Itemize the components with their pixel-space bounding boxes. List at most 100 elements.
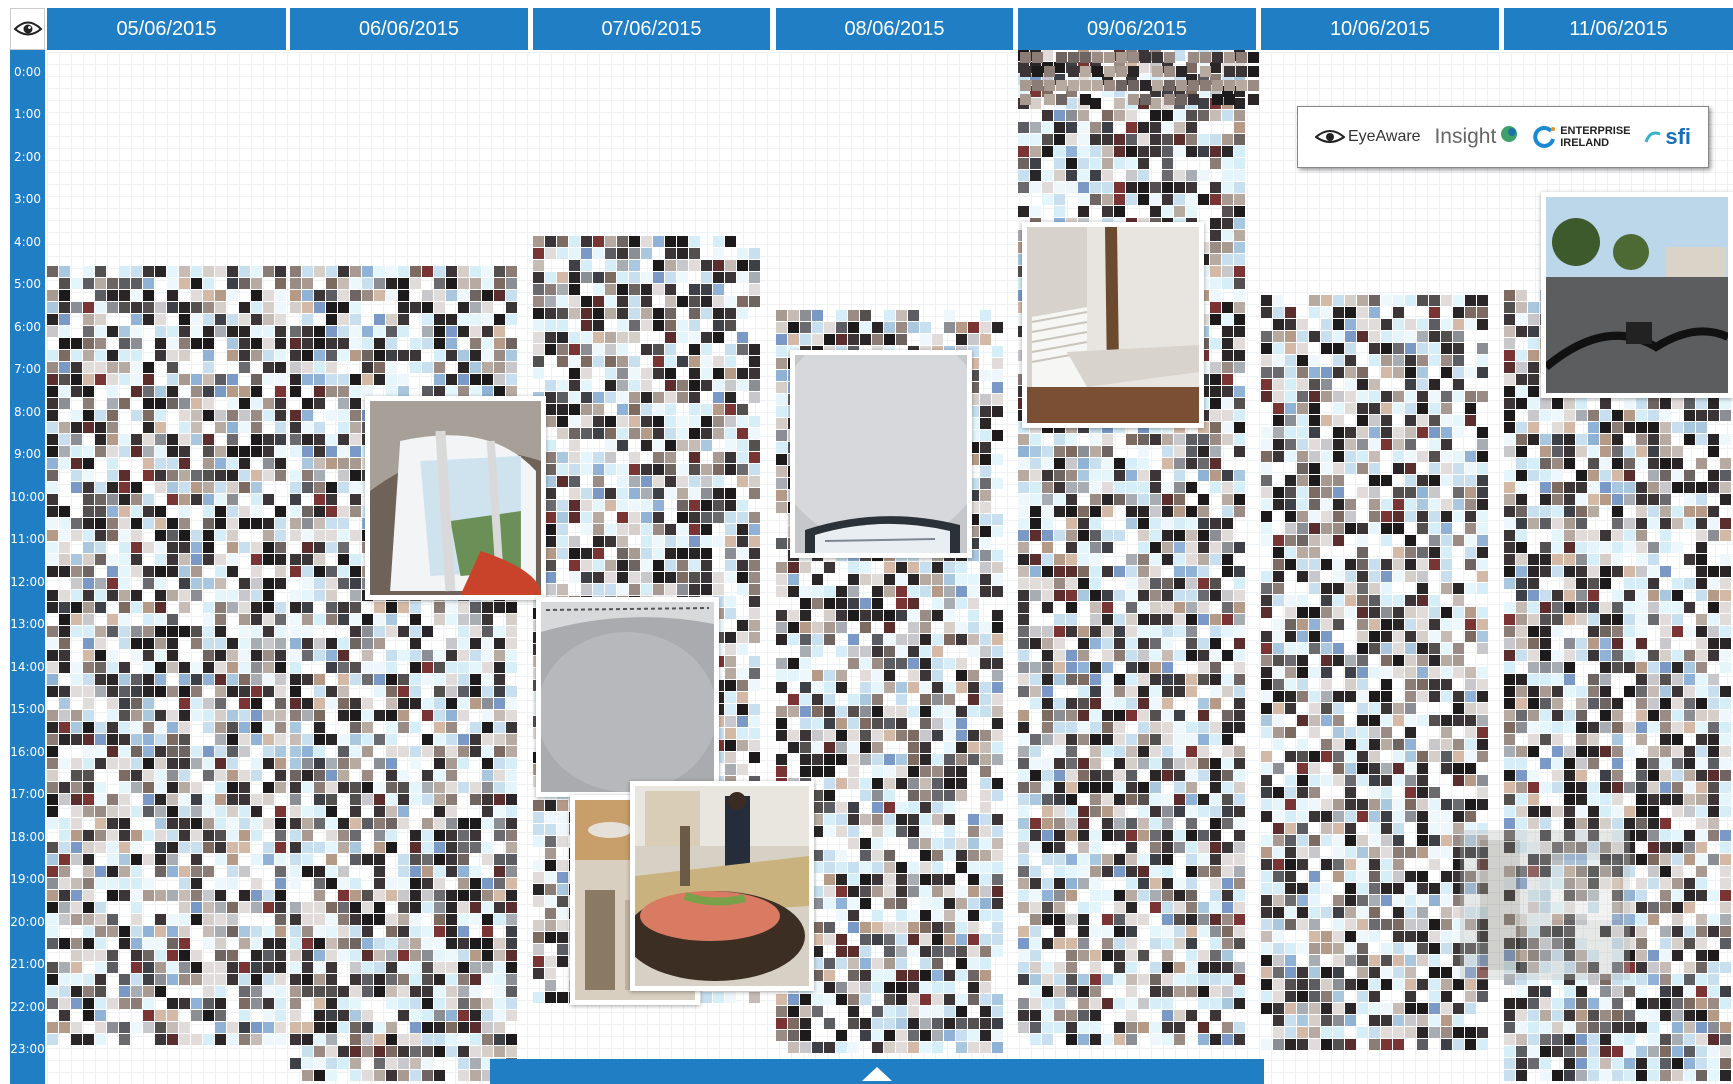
thumbnail-tile[interactable] xyxy=(410,614,421,625)
thumbnail-tile[interactable] xyxy=(350,914,361,925)
thumbnail-tile[interactable] xyxy=(665,368,676,379)
thumbnail-tile[interactable] xyxy=(458,1046,469,1057)
thumbnail-tile[interactable] xyxy=(59,638,70,649)
thumbnail-tile[interactable] xyxy=(884,658,895,669)
thumbnail-tile[interactable] xyxy=(302,926,313,937)
thumbnail-tile[interactable] xyxy=(107,962,118,973)
thumbnail-tile[interactable] xyxy=(167,278,178,289)
thumbnail-tile[interactable] xyxy=(749,752,760,763)
thumbnail-tile[interactable] xyxy=(788,1042,799,1053)
thumbnail-tile[interactable] xyxy=(179,422,190,433)
thumbnail-tile[interactable] xyxy=(1030,98,1041,109)
thumbnail-tile[interactable] xyxy=(239,302,250,313)
thumbnail-tile[interactable] xyxy=(557,920,568,931)
thumbnail-tile[interactable] xyxy=(677,488,688,499)
thumbnail-tile[interactable] xyxy=(47,386,58,397)
thumbnail-tile[interactable] xyxy=(968,334,979,345)
thumbnail-tile[interactable] xyxy=(143,662,154,673)
thumbnail-tile[interactable] xyxy=(263,530,274,541)
thumbnail-tile[interactable] xyxy=(239,602,250,613)
thumbnail-tile[interactable] xyxy=(872,790,883,801)
thumbnail-tile[interactable] xyxy=(263,986,274,997)
thumbnail-tile[interactable] xyxy=(215,410,226,421)
thumbnail-tile[interactable] xyxy=(482,890,493,901)
thumbnail-tile[interactable] xyxy=(227,674,238,685)
thumbnail-tile[interactable] xyxy=(677,572,688,583)
thumbnail-tile[interactable] xyxy=(908,598,919,609)
thumbnail-tile[interactable] xyxy=(314,722,325,733)
thumbnail-tile[interactable] xyxy=(968,994,979,1005)
thumbnail-tile[interactable] xyxy=(59,722,70,733)
thumbnail-tile[interactable] xyxy=(617,500,628,511)
thumbnail-tile[interactable] xyxy=(155,422,166,433)
thumbnail-tile[interactable] xyxy=(374,314,385,325)
thumbnail-tile[interactable] xyxy=(713,452,724,463)
thumbnail-tile[interactable] xyxy=(1222,482,1233,493)
thumbnail-tile[interactable] xyxy=(836,682,847,693)
thumbnail-tile[interactable] xyxy=(788,706,799,717)
thumbnail-tile[interactable] xyxy=(263,350,274,361)
thumbnail-tile[interactable] xyxy=(677,356,688,367)
thumbnail-tile[interactable] xyxy=(338,734,349,745)
thumbnail-tile[interactable] xyxy=(1126,470,1137,481)
thumbnail-tile[interactable] xyxy=(677,392,688,403)
thumbnail-tile[interactable] xyxy=(350,266,361,277)
thumbnail-tile[interactable] xyxy=(506,854,517,865)
thumbnail-tile[interactable] xyxy=(386,686,397,697)
thumbnail-tile[interactable] xyxy=(1198,542,1209,553)
thumbnail-tile[interactable] xyxy=(812,694,823,705)
thumbnail-tile[interactable] xyxy=(191,830,202,841)
thumbnail-tile[interactable] xyxy=(422,1070,433,1081)
thumbnail-tile[interactable] xyxy=(338,686,349,697)
thumbnail-tile[interactable] xyxy=(59,938,70,949)
thumbnail-tile[interactable] xyxy=(689,572,700,583)
thumbnail-tile[interactable] xyxy=(1174,530,1185,541)
thumbnail-tile[interactable] xyxy=(386,974,397,985)
thumbnail-tile[interactable] xyxy=(131,686,142,697)
thumbnail-tile[interactable] xyxy=(338,902,349,913)
thumbnail-tile[interactable] xyxy=(203,746,214,757)
thumbnail-tile[interactable] xyxy=(836,586,847,597)
thumbnail-tile[interactable] xyxy=(872,910,883,921)
thumbnail-tile[interactable] xyxy=(1174,518,1185,529)
thumbnail-tile[interactable] xyxy=(1090,494,1101,505)
thumbnail-tile[interactable] xyxy=(776,610,787,621)
thumbnail-tile[interactable] xyxy=(992,1030,1003,1041)
thumbnail-tile[interactable] xyxy=(545,320,556,331)
thumbnail-tile[interactable] xyxy=(263,638,274,649)
thumbnail-tile[interactable] xyxy=(434,1034,445,1045)
thumbnail-tile[interactable] xyxy=(1126,182,1137,193)
thumbnail-tile[interactable] xyxy=(290,674,301,685)
thumbnail-tile[interactable] xyxy=(725,440,736,451)
thumbnail-tile[interactable] xyxy=(239,590,250,601)
thumbnail-tile[interactable] xyxy=(920,694,931,705)
thumbnail-tile[interactable] xyxy=(374,326,385,337)
thumbnail-tile[interactable] xyxy=(215,914,226,925)
thumbnail-tile[interactable] xyxy=(908,322,919,333)
thumbnail-tile[interactable] xyxy=(557,584,568,595)
thumbnail-tile[interactable] xyxy=(836,610,847,621)
thumbnail-tile[interactable] xyxy=(884,850,895,861)
thumbnail-tile[interactable] xyxy=(326,902,337,913)
thumbnail-tile[interactable] xyxy=(47,890,58,901)
thumbnail-tile[interactable] xyxy=(191,698,202,709)
thumbnail-tile[interactable] xyxy=(992,838,1003,849)
thumbnail-tile[interactable] xyxy=(434,962,445,973)
thumbnail-tile[interactable] xyxy=(107,302,118,313)
thumbnail-tile[interactable] xyxy=(290,278,301,289)
thumbnail-tile[interactable] xyxy=(446,854,457,865)
thumbnail-tile[interactable] xyxy=(350,398,361,409)
thumbnail-tile[interactable] xyxy=(836,994,847,1005)
thumbnail-tile[interactable] xyxy=(641,416,652,427)
thumbnail-tile[interactable] xyxy=(617,404,628,415)
thumbnail-tile[interactable] xyxy=(482,674,493,685)
thumbnail-tile[interactable] xyxy=(107,950,118,961)
thumbnail-tile[interactable] xyxy=(155,842,166,853)
thumbnail-tile[interactable] xyxy=(494,662,505,673)
thumbnail-tile[interactable] xyxy=(362,734,373,745)
thumbnail-tile[interactable] xyxy=(494,806,505,817)
thumbnail-tile[interactable] xyxy=(107,698,118,709)
thumbnail-tile[interactable] xyxy=(1222,302,1233,313)
thumbnail-tile[interactable] xyxy=(1210,146,1221,157)
thumbnail-tile[interactable] xyxy=(338,482,349,493)
